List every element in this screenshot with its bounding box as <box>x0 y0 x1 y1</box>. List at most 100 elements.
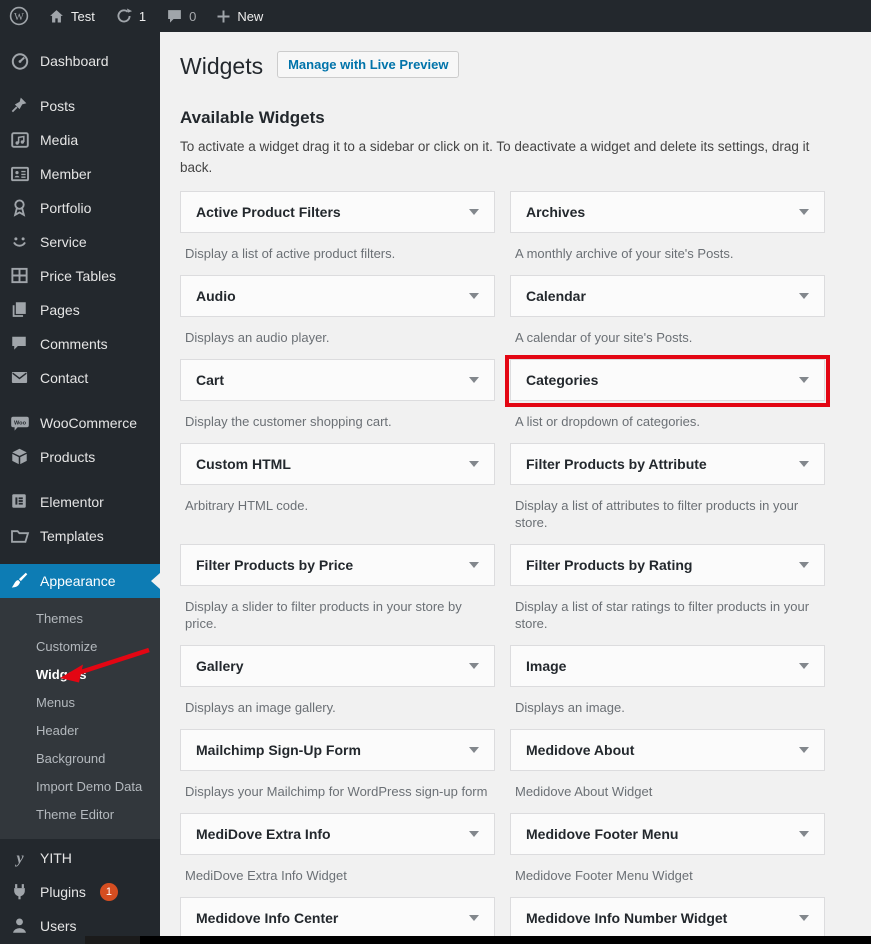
widget-card-calendar[interactable]: Calendar <box>510 275 825 317</box>
widget-card-medidove-about[interactable]: Medidove About <box>510 729 825 771</box>
comment-count: 0 <box>189 8 197 24</box>
chevron-down-icon[interactable] <box>469 461 479 467</box>
widget-card-archives[interactable]: Archives <box>510 191 825 233</box>
sidebar-item-member[interactable]: Member <box>0 157 160 191</box>
chevron-down-icon[interactable] <box>469 747 479 753</box>
sidebar-item-pages[interactable]: Pages <box>0 293 160 327</box>
widget-card-filter-products-by-attribute[interactable]: Filter Products by Attribute <box>510 443 825 485</box>
chevron-down-icon[interactable] <box>469 831 479 837</box>
sidebar-item-service[interactable]: Service <box>0 225 160 259</box>
submenu-item-background[interactable]: Background <box>0 745 160 773</box>
sidebar-label: Pages <box>40 302 80 318</box>
dashboard-gauge-icon <box>10 51 30 71</box>
sidebar-item-price-tables[interactable]: Price Tables <box>0 259 160 293</box>
sidebar-item-portfolio[interactable]: Portfolio <box>0 191 160 225</box>
sidebar-item-posts[interactable]: Posts <box>0 89 160 123</box>
user-icon <box>10 916 30 936</box>
sidebar-label: Service <box>40 234 87 250</box>
sidebar-item-dashboard[interactable]: Dashboard <box>0 44 160 78</box>
yith-icon: y <box>10 848 30 868</box>
widget-cell-cart: Cart Display the customer shopping cart. <box>180 359 495 443</box>
widget-card-cart[interactable]: Cart <box>180 359 495 401</box>
widget-description: A list or dropdown of categories. <box>515 414 700 429</box>
sidebar-item-contact[interactable]: Contact <box>0 361 160 395</box>
widget-card-gallery[interactable]: Gallery <box>180 645 495 687</box>
updates-menu[interactable]: 1 <box>105 0 156 32</box>
widget-description: Display a list of attributes to filter p… <box>515 498 799 530</box>
widget-card-filter-products-by-rating[interactable]: Filter Products by Rating <box>510 544 825 586</box>
widget-card-medidove-info-number-widget[interactable]: Medidove Info Number Widget <box>510 897 825 939</box>
sidebar-item-comments[interactable]: Comments <box>0 327 160 361</box>
home-icon <box>48 8 65 25</box>
chevron-down-icon[interactable] <box>469 663 479 669</box>
widget-card-audio[interactable]: Audio <box>180 275 495 317</box>
chevron-down-icon[interactable] <box>799 461 809 467</box>
widget-cell-gallery: Gallery Displays an image gallery. <box>180 645 495 729</box>
new-label: New <box>237 8 264 24</box>
widget-cell-mailchimp-sign-up-form: Mailchimp Sign-Up Form Displays your Mai… <box>180 729 495 813</box>
sidebar-item-products[interactable]: Products <box>0 440 160 474</box>
widget-card-image[interactable]: Image <box>510 645 825 687</box>
taskbar-edge-strip <box>85 936 871 944</box>
widget-title: Filter Products by Attribute <box>526 456 707 472</box>
chevron-down-icon[interactable] <box>469 209 479 215</box>
chevron-down-icon[interactable] <box>799 293 809 299</box>
submenu-item-theme-editor[interactable]: Theme Editor <box>0 801 160 829</box>
plugin-icon <box>10 882 30 902</box>
widget-description: MediDove Extra Info Widget <box>185 868 347 883</box>
sidebar-label: Posts <box>40 98 76 114</box>
widget-cell-custom-html: Custom HTML Arbitrary HTML code. <box>180 443 495 544</box>
widget-card-medidove-footer-menu[interactable]: Medidove Footer Menu <box>510 813 825 855</box>
sidebar-item-woocommerce[interactable]: Woo WooCommerce <box>0 406 160 440</box>
chevron-down-icon[interactable] <box>469 293 479 299</box>
widget-card-medidove-info-center[interactable]: Medidove Info Center <box>180 897 495 939</box>
submenu-item-header[interactable]: Header <box>0 717 160 745</box>
sidebar-item-media[interactable]: Media <box>0 123 160 157</box>
wordpress-logo-menu[interactable]: W <box>0 0 38 32</box>
chevron-down-icon[interactable] <box>799 209 809 215</box>
widget-card-filter-products-by-price[interactable]: Filter Products by Price <box>180 544 495 586</box>
sidebar-item-templates[interactable]: Templates <box>0 519 160 553</box>
chevron-down-icon[interactable] <box>799 562 809 568</box>
widget-cell-audio: Audio Displays an audio player. <box>180 275 495 359</box>
sidebar-item-plugins[interactable]: Plugins 1 <box>0 875 160 909</box>
widget-description: A monthly archive of your site's Posts. <box>515 246 734 261</box>
sidebar-item-appearance[interactable]: Appearance <box>0 564 160 598</box>
chevron-down-icon[interactable] <box>799 915 809 921</box>
product-box-icon <box>10 447 30 467</box>
widget-cell-calendar: Calendar A calendar of your site's Posts… <box>510 275 825 359</box>
sidebar-item-elementor[interactable]: Elementor <box>0 485 160 519</box>
chevron-down-icon[interactable] <box>469 377 479 383</box>
chevron-down-icon[interactable] <box>799 377 809 383</box>
comments-menu[interactable]: 0 <box>156 0 206 32</box>
sidebar-label: YITH <box>40 850 72 866</box>
submenu-item-import-demo-data[interactable]: Import Demo Data <box>0 773 160 801</box>
widget-card-mailchimp-sign-up-form[interactable]: Mailchimp Sign-Up Form <box>180 729 495 771</box>
chevron-down-icon[interactable] <box>469 915 479 921</box>
chevron-down-icon[interactable] <box>799 663 809 669</box>
widget-card-medidove-extra-info[interactable]: MediDove Extra Info <box>180 813 495 855</box>
site-link[interactable]: Test <box>38 0 105 32</box>
widget-cell-filter-products-by-rating: Filter Products by Rating Display a list… <box>510 544 825 645</box>
chevron-down-icon[interactable] <box>799 831 809 837</box>
widget-title: Categories <box>526 372 599 388</box>
sidebar-label: Dashboard <box>40 53 109 69</box>
widget-description: Displays an image gallery. <box>185 700 336 715</box>
chevron-down-icon[interactable] <box>469 562 479 568</box>
widget-card-custom-html[interactable]: Custom HTML <box>180 443 495 485</box>
submenu-item-customize[interactable]: Customize <box>0 633 160 661</box>
widget-card-active-product-filters[interactable]: Active Product Filters <box>180 191 495 233</box>
submenu-item-themes[interactable]: Themes <box>0 605 160 633</box>
wordpress-logo-icon: W <box>9 6 29 26</box>
sidebar-label: Appearance <box>40 573 116 589</box>
manage-live-preview-button[interactable]: Manage with Live Preview <box>277 51 460 78</box>
submenu-item-widgets[interactable]: Widgets <box>0 661 160 689</box>
widget-cell-archives: Archives A monthly archive of your site'… <box>510 191 825 275</box>
widget-title: Active Product Filters <box>196 204 341 220</box>
new-content-menu[interactable]: New <box>206 0 273 32</box>
widget-description: Display the customer shopping cart. <box>185 414 392 429</box>
submenu-item-menus[interactable]: Menus <box>0 689 160 717</box>
sidebar-item-yith[interactable]: y YITH <box>0 841 160 875</box>
chevron-down-icon[interactable] <box>799 747 809 753</box>
widget-card-categories[interactable]: Categories <box>505 355 830 407</box>
